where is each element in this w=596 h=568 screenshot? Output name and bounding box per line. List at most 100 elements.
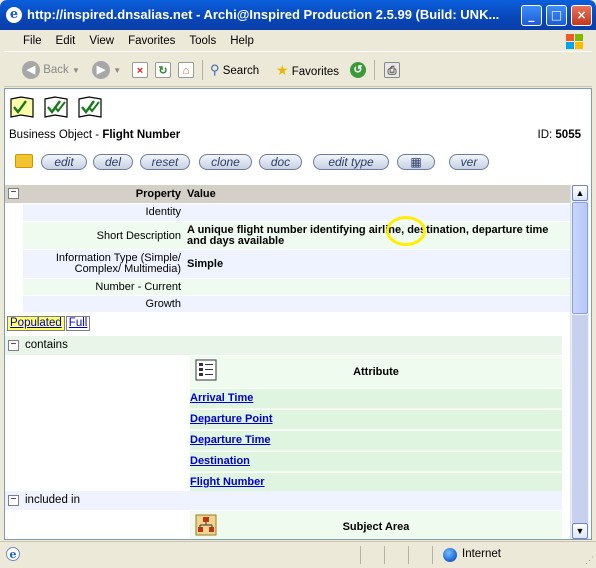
status-separator (360, 546, 361, 564)
star-icon: ★ (276, 62, 289, 78)
business-object-name: Flight Number (102, 129, 181, 141)
list-item: Flight Number (190, 472, 562, 492)
contains-section-header: − contains (5, 336, 562, 355)
resize-grip-icon[interactable]: ⋰ (585, 555, 594, 566)
globe-icon (443, 548, 457, 562)
list-item: Departure Point (190, 409, 562, 429)
object-id: ID: 5055 (538, 129, 581, 141)
property-value: Simple (187, 258, 224, 270)
forward-button[interactable]: ▶ ▼ (92, 59, 121, 81)
contains-label: contains (25, 339, 68, 351)
status-separator (408, 546, 409, 564)
delete-button[interactable]: del (93, 154, 133, 170)
back-button[interactable]: ◀ Back ▼ (22, 59, 80, 81)
tab-populated[interactable]: Populated (7, 316, 65, 331)
stop-icon: × (132, 61, 148, 78)
attribute-heading: Attribute (353, 366, 399, 378)
tab-full[interactable]: Full (65, 316, 91, 331)
windows-flag-icon (564, 32, 584, 50)
menu-edit[interactable]: Edit (49, 30, 83, 52)
refresh-button[interactable]: ↻ (155, 59, 171, 81)
checklist-icon[interactable] (77, 95, 103, 119)
attribute-link[interactable]: Departure Time (190, 434, 271, 446)
printer-icon: ⎙ (384, 61, 400, 78)
security-zone: Internet (462, 548, 501, 560)
menu-tools[interactable]: Tools (182, 30, 223, 52)
edit-button[interactable]: edit (41, 154, 87, 170)
checklist-icons (9, 95, 111, 122)
collapse-included-in-toggle[interactable]: − (8, 495, 19, 506)
table-view-button[interactable]: ▦ (397, 154, 435, 170)
scroll-thumb[interactable] (572, 202, 588, 314)
scroll-up-icon[interactable]: ▲ (572, 185, 588, 201)
list-item: Arrival Time (190, 388, 562, 408)
subject-area-heading: Subject Area (342, 521, 410, 533)
attribute-link[interactable]: Flight Number (190, 476, 265, 488)
close-button[interactable]: × (571, 5, 592, 26)
property-label: Information Type (Simple/ Complex/ Multi… (55, 252, 181, 275)
version-button[interactable]: ver (449, 154, 489, 170)
property-label: Number - Current (95, 281, 181, 293)
page-icon: e (6, 547, 20, 561)
property-table-header: − Property Value (5, 185, 570, 203)
back-dropdown-icon[interactable]: ▼ (72, 66, 80, 75)
property-row: Growth (23, 296, 570, 312)
folder-icon[interactable] (15, 154, 33, 168)
search-label: Search (222, 65, 260, 77)
refresh-icon: ↻ (155, 61, 171, 78)
status-separator (384, 546, 385, 564)
window-title: http://inspired.dnsalias.net - Archi@Ins… (27, 7, 500, 22)
page-content: Business Object - Flight Number ID: 5055… (4, 88, 592, 540)
search-button[interactable]: ⚲ Search (210, 59, 259, 81)
minimize-button[interactable]: _ (521, 5, 542, 26)
property-label: Growth (145, 298, 181, 310)
print-button[interactable]: ⎙ (384, 59, 400, 81)
property-column-header: Property (135, 188, 181, 200)
menu-view[interactable]: View (82, 30, 121, 52)
forward-dropdown-icon[interactable]: ▼ (113, 66, 121, 75)
attribute-link[interactable]: Departure Point (190, 413, 273, 425)
maximize-button[interactable]: □ (546, 5, 567, 26)
history-button[interactable]: ↺ (350, 59, 366, 81)
status-separator (432, 546, 433, 564)
stop-button[interactable]: × (132, 59, 148, 81)
clone-button[interactable]: clone (199, 154, 252, 170)
toolbar-separator (202, 60, 203, 80)
history-icon: ↺ (350, 61, 366, 78)
view-tabs: Populated Full (7, 316, 91, 331)
included-in-section-header: − included in (5, 491, 562, 510)
property-label: Short Description (96, 230, 181, 242)
property-row: Number - Current (23, 279, 570, 295)
vertical-scrollbar[interactable]: ▲ ▼ (570, 185, 589, 539)
home-icon: ⌂ (178, 61, 194, 78)
grid-icon: ▦ (410, 155, 422, 169)
menu-favorites[interactable]: Favorites (121, 30, 182, 52)
toolbar: ◀ Back ▼ ▶ ▼ × ↻ ⌂ ⚲ Search ★ Favorites … (4, 53, 592, 87)
ie-logo-icon: e (6, 7, 22, 23)
doc-button[interactable]: doc (259, 154, 302, 170)
collapse-contains-toggle[interactable]: − (8, 340, 19, 351)
value-column-header: Value (187, 188, 216, 200)
menu-help[interactable]: Help (223, 30, 261, 52)
scroll-down-icon[interactable]: ▼ (572, 523, 588, 539)
menu-bar: File Edit View Favorites Tools Help (4, 30, 592, 52)
property-row: Short Description A unique flight number… (23, 222, 570, 249)
property-value: A unique flight number identifying airli… (187, 224, 549, 247)
scroll-track[interactable] (572, 315, 588, 523)
home-button[interactable]: ⌂ (178, 59, 194, 81)
attribute-link[interactable]: Destination (190, 455, 250, 467)
attribute-link[interactable]: Arrival Time (190, 392, 253, 404)
subject-area-header: Subject Area (190, 511, 562, 539)
list-item: Destination (190, 451, 562, 471)
checklist-icon[interactable] (9, 95, 35, 119)
attribute-list: Attribute Arrival Time Departure Point D… (190, 356, 562, 492)
reset-button[interactable]: reset (140, 154, 190, 170)
edit-type-button[interactable]: edit type (313, 154, 389, 170)
status-bar: e Internet ⋰ (0, 541, 596, 568)
back-label: Back (43, 64, 69, 76)
menu-file[interactable]: File (16, 30, 49, 52)
business-object-label: Business Object - (9, 129, 103, 141)
favorites-button[interactable]: ★ Favorites (276, 59, 339, 81)
collapse-properties-toggle[interactable]: − (8, 188, 19, 199)
checklist-icon[interactable] (43, 95, 69, 119)
